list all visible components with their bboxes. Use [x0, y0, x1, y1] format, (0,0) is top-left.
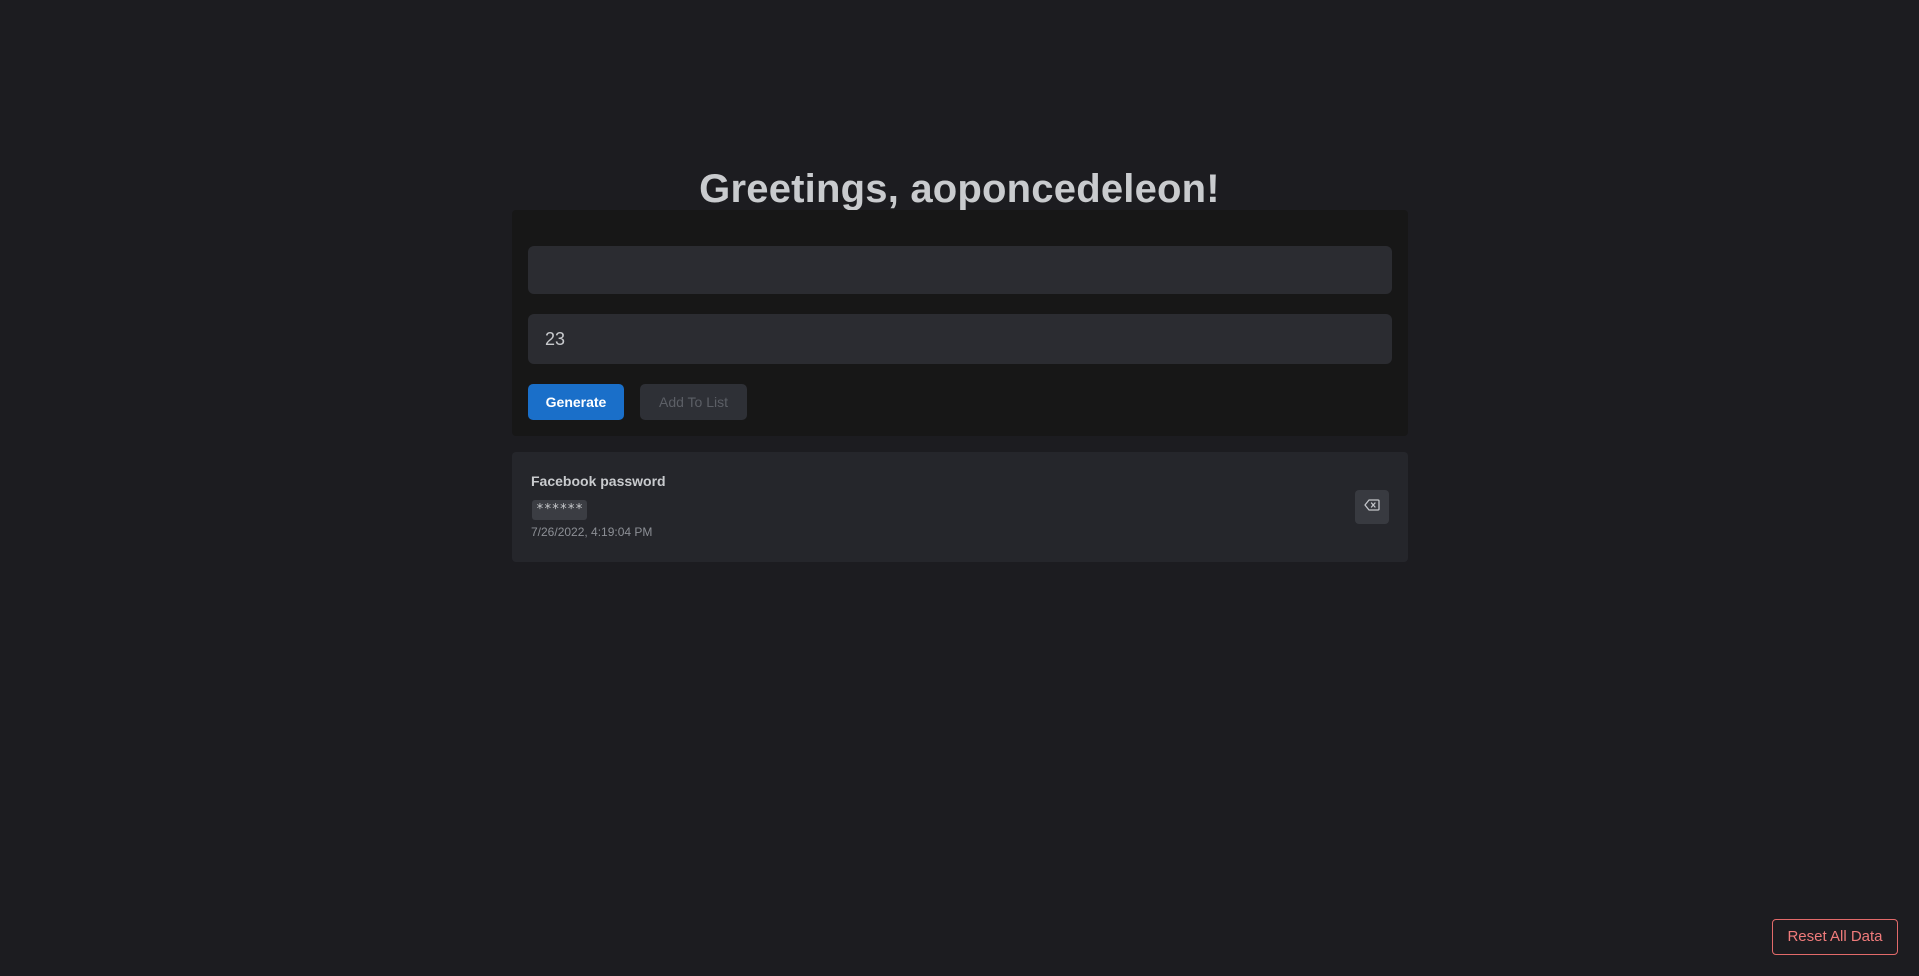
- backspace-delete-icon: [1364, 498, 1380, 516]
- password-length-input[interactable]: [528, 314, 1392, 364]
- password-name-input[interactable]: [528, 246, 1392, 294]
- item-timestamp: 7/26/2022, 4:19:04 PM: [531, 525, 653, 539]
- generate-button[interactable]: Generate: [528, 384, 624, 420]
- add-to-list-button[interactable]: Add To List: [640, 384, 747, 420]
- item-name: Facebook password: [531, 473, 666, 489]
- page-title: Greetings, aoponcedeleon!: [699, 166, 1220, 211]
- app-page: Greetings, aoponcedeleon! Generate Add T…: [0, 0, 1919, 976]
- delete-item-button[interactable]: [1355, 490, 1389, 524]
- reset-all-data-button[interactable]: Reset All Data: [1772, 919, 1898, 955]
- generator-form: Generate Add To List: [512, 210, 1408, 436]
- item-masked-password[interactable]: ******: [532, 500, 587, 520]
- list-item: Facebook password ****** 7/26/2022, 4:19…: [512, 452, 1408, 562]
